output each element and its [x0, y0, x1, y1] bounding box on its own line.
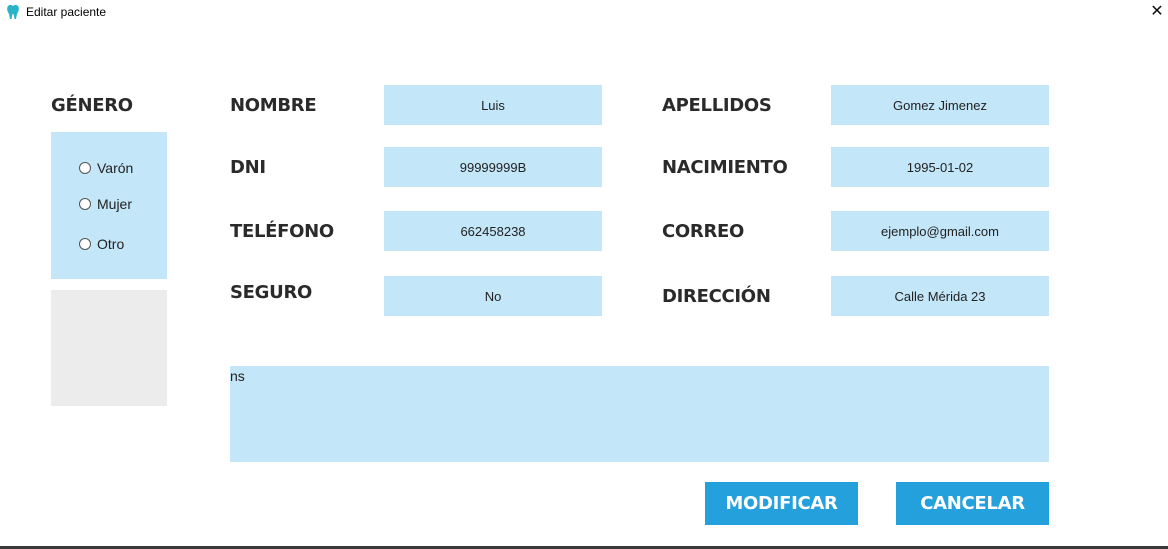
window-title: Editar paciente — [26, 5, 107, 19]
photo-placeholder — [51, 290, 167, 406]
telefono-label: TELÉFONO — [230, 221, 334, 242]
radio-circle-icon[interactable] — [79, 162, 91, 174]
radio-varon-label: Varón — [97, 160, 134, 176]
nacimiento-label: NACIMIENTO — [662, 157, 788, 178]
radio-otro[interactable]: Otro — [79, 236, 124, 252]
seguro-field[interactable] — [384, 276, 602, 316]
radio-otro-label: Otro — [97, 236, 125, 252]
nombre-field[interactable] — [384, 85, 602, 125]
notes-textarea[interactable]: ns — [230, 366, 1049, 462]
gender-label: GÉNERO — [51, 95, 133, 116]
gender-radio-group: Varón Mujer Otro — [51, 132, 167, 279]
nacimiento-field[interactable] — [831, 147, 1049, 187]
correo-field[interactable] — [831, 211, 1049, 251]
radio-circle-icon[interactable] — [79, 198, 91, 210]
radio-mujer-label: Mujer — [97, 196, 133, 212]
modificar-button[interactable]: MODIFICAR — [705, 482, 858, 525]
direccion-field[interactable] — [831, 276, 1049, 316]
seguro-label: SEGURO — [230, 282, 313, 303]
radio-mujer[interactable]: Mujer — [79, 196, 132, 212]
title-bar: Editar paciente ✕ — [0, 0, 1168, 26]
close-icon[interactable]: ✕ — [1146, 2, 1168, 22]
tooth-icon — [7, 4, 19, 19]
dni-label: DNI — [230, 157, 266, 178]
apellidos-field[interactable] — [831, 85, 1049, 125]
dni-field[interactable] — [384, 147, 602, 187]
radio-circle-icon[interactable] — [79, 238, 91, 250]
apellidos-label: APELLIDOS — [662, 95, 772, 116]
telefono-field[interactable] — [384, 211, 602, 251]
nombre-label: NOMBRE — [230, 95, 317, 116]
radio-varon[interactable]: Varón — [79, 160, 133, 176]
direccion-label: DIRECCIÓN — [662, 286, 771, 307]
cancelar-button[interactable]: CANCELAR — [896, 482, 1049, 525]
correo-label: CORREO — [662, 221, 745, 242]
